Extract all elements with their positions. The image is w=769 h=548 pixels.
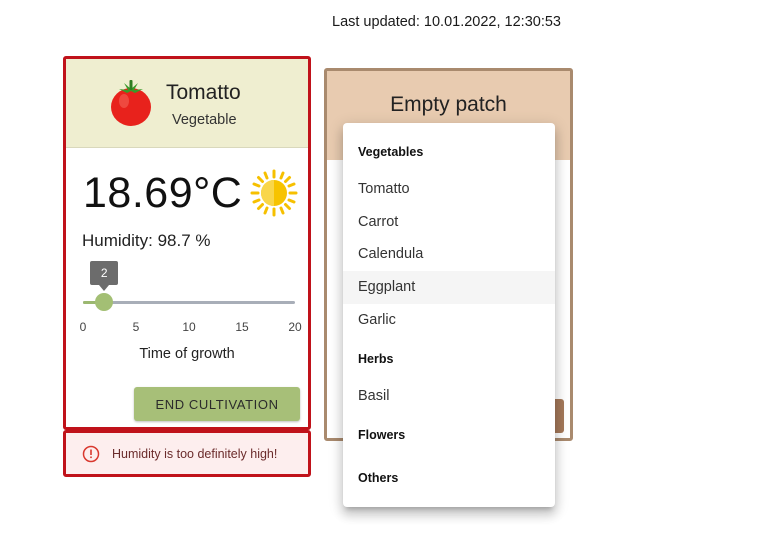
- plant-card-tomatto: Tomatto Vegetable 18.69°C Humidity: 98.7…: [63, 56, 311, 430]
- menu-group-others: Others: [358, 471, 399, 485]
- menu-item-basil[interactable]: Basil: [343, 380, 555, 413]
- humidity-alert: Humidity is too definitely high!: [63, 430, 311, 477]
- menu-group-herbs: Herbs: [358, 352, 394, 366]
- slider-value-tooltip: 2: [90, 261, 119, 291]
- plant-select-menu: Vegetables Tomatto Carrot Calendula Eggp…: [343, 123, 555, 507]
- menu-item-calendula[interactable]: Calendula: [343, 238, 555, 271]
- tomato-icon: [111, 80, 151, 126]
- menu-group-flowers: Flowers: [358, 428, 406, 442]
- patch-title: Empty patch: [390, 93, 507, 116]
- slider-track[interactable]: [83, 301, 295, 304]
- plant-name: Tomatto: [166, 81, 241, 104]
- slider-label: Time of growth: [139, 346, 235, 362]
- temperature-reading: 18.69°C: [83, 169, 243, 217]
- menu-item-eggplant[interactable]: Eggplant: [343, 271, 555, 304]
- menu-item-garlic[interactable]: Garlic: [343, 304, 555, 337]
- slider-tick-label: 15: [235, 320, 249, 334]
- alert-message: Humidity is too definitely high!: [112, 447, 278, 461]
- menu-group-vegetables: Vegetables: [358, 145, 424, 159]
- menu-item-carrot[interactable]: Carrot: [343, 206, 555, 239]
- slider-tick-label: 0: [79, 320, 87, 334]
- menu-item-tomatto[interactable]: Tomatto: [343, 173, 555, 206]
- humidity-reading: Humidity: 98.7 %: [82, 231, 211, 250]
- error-icon: [82, 445, 100, 463]
- slider-tick-label: 10: [182, 320, 196, 334]
- slider-thumb[interactable]: [95, 293, 114, 311]
- end-cultivation-button[interactable]: END CULTIVATION: [134, 387, 300, 421]
- last-updated-text: Last updated: 10.01.2022, 12:30:53: [332, 14, 561, 30]
- slider-tick-label: 5: [132, 320, 140, 334]
- plant-card-header: Tomatto Vegetable: [66, 59, 308, 148]
- plant-type: Vegetable: [172, 112, 237, 128]
- sun-icon: [250, 169, 298, 217]
- slider-tick-label: 20: [288, 320, 302, 334]
